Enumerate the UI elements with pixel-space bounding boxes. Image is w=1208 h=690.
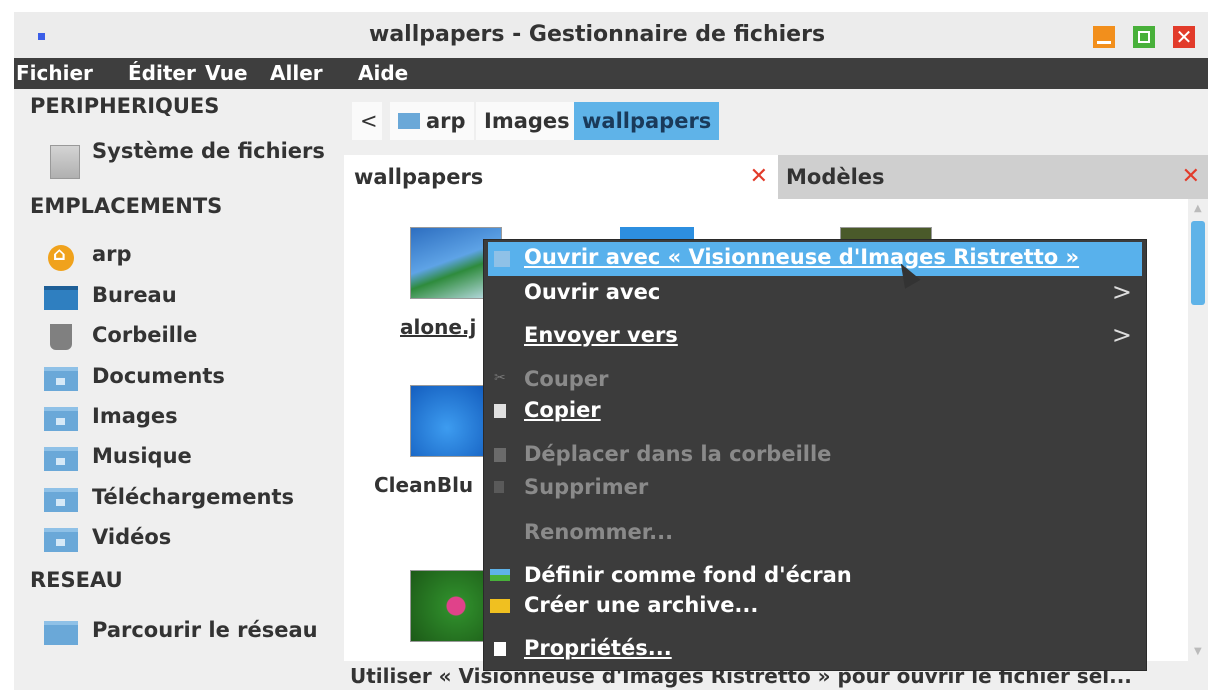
ctx-label: Propriétés... xyxy=(524,636,672,660)
sidebar-section-peripheriques: PERIPHERIQUES xyxy=(30,94,220,118)
folder-icon xyxy=(398,113,420,129)
sidebar-item-label: Téléchargements xyxy=(92,485,295,509)
sidebar-item-label: Parcourir le réseau xyxy=(92,618,318,642)
trash-icon xyxy=(50,324,72,350)
sidebar-item-bureau[interactable]: Bureau xyxy=(44,280,340,314)
ctx-open-with[interactable]: Ouvrir avec > xyxy=(484,277,1146,311)
sidebar-item-label: Musique xyxy=(92,444,192,468)
minimize-button[interactable] xyxy=(1093,26,1115,48)
sidebar-item-label: Vidéos xyxy=(92,525,172,549)
breadcrumb-label: arp xyxy=(426,109,466,133)
delete-icon xyxy=(494,481,504,493)
sidebar: PERIPHERIQUES Système de fichiers EMPLAC… xyxy=(14,89,344,690)
tab-label: wallpapers xyxy=(354,165,484,189)
menu-fichier[interactable]: Fichier xyxy=(16,61,93,85)
ctx-move-to-trash[interactable]: Déplacer dans la corbeille xyxy=(484,439,1146,473)
ctx-rename[interactable]: Renommer... xyxy=(484,517,1146,551)
ctx-open-with-ristretto[interactable]: Ouvrir avec « Visionneuse d'Images Ristr… xyxy=(488,242,1142,276)
sidebar-item-musique[interactable]: Musique xyxy=(44,441,340,475)
tab-wallpapers[interactable]: wallpapers ✕ xyxy=(344,155,778,199)
submenu-arrow-icon: > xyxy=(1111,278,1132,306)
title-bar[interactable]: wallpapers - Gestionnaire de fichiers ✕ xyxy=(14,12,1208,58)
ctx-properties[interactable]: Propriétés... xyxy=(484,633,1146,667)
ctx-delete[interactable]: Supprimer xyxy=(484,472,1146,506)
ctx-cut[interactable]: ✂ Couper xyxy=(484,364,1146,398)
scrollbar[interactable]: ▲ ▼ xyxy=(1188,199,1208,661)
ctx-label: Définir comme fond d'écran xyxy=(524,563,852,587)
ctx-label: Couper xyxy=(524,367,609,391)
scroll-up-icon[interactable]: ▲ xyxy=(1194,203,1202,214)
sidebar-item-documents[interactable]: Documents xyxy=(44,361,340,395)
folder-images-icon xyxy=(44,407,78,431)
close-tab-icon[interactable]: ✕ xyxy=(750,155,768,199)
folder-music-icon xyxy=(44,447,78,471)
trash-icon xyxy=(494,448,506,462)
menu-bar: Fichier Éditer Vue Aller Aide xyxy=(14,58,1208,89)
network-icon xyxy=(44,621,78,645)
menu-aller[interactable]: Aller xyxy=(270,61,323,85)
menu-vue[interactable]: Vue xyxy=(205,61,248,85)
breadcrumb-wallpapers[interactable]: wallpapers xyxy=(574,102,720,140)
window-title: wallpapers - Gestionnaire de fichiers xyxy=(369,22,826,47)
tab-modeles[interactable]: Modèles ✕ xyxy=(778,155,1208,199)
home-icon xyxy=(48,244,74,271)
ctx-label: Copier xyxy=(524,398,601,422)
ctx-create-archive[interactable]: Créer une archive... xyxy=(484,590,1146,624)
context-menu: Ouvrir avec « Visionneuse d'Images Ristr… xyxy=(484,240,1146,670)
breadcrumb-arp[interactable]: arp xyxy=(390,102,474,140)
sidebar-item-filesystem[interactable]: Système de fichiers xyxy=(50,139,346,179)
copy-icon xyxy=(494,404,506,418)
cut-icon: ✂ xyxy=(494,370,506,386)
ctx-label: Renommer... xyxy=(524,520,674,544)
properties-icon xyxy=(494,642,506,656)
ctx-label: Créer une archive... xyxy=(524,593,759,617)
sidebar-item-label: arp xyxy=(92,242,132,266)
window-menu-icon[interactable] xyxy=(38,33,45,40)
file-name[interactable]: CleanBlu xyxy=(374,473,473,497)
sidebar-item-corbeille[interactable]: Corbeille xyxy=(44,320,340,354)
breadcrumb-images[interactable]: Images xyxy=(476,102,578,140)
file-name[interactable]: alone.j xyxy=(400,315,476,339)
sidebar-section-reseau: RESEAU xyxy=(30,568,123,592)
sidebar-section-emplacements: EMPLACEMENTS xyxy=(30,194,223,218)
ctx-label: Déplacer dans la corbeille xyxy=(524,442,832,466)
sidebar-item-label: Système de fichiers xyxy=(92,139,325,163)
maximize-button[interactable] xyxy=(1133,26,1155,48)
folder-videos-icon xyxy=(44,528,78,552)
sidebar-item-label: Images xyxy=(92,404,178,428)
folder-downloads-icon xyxy=(44,488,78,512)
ctx-send-to[interactable]: Envoyer vers > xyxy=(484,320,1146,354)
ctx-copy[interactable]: Copier xyxy=(484,395,1146,429)
close-button[interactable]: ✕ xyxy=(1173,26,1195,48)
folder-documents-icon xyxy=(44,367,78,391)
back-button[interactable]: < xyxy=(352,102,382,140)
drive-icon xyxy=(50,145,80,179)
desktop-icon xyxy=(44,286,78,310)
ctx-label: Ouvrir avec xyxy=(524,280,661,304)
menu-editer[interactable]: Éditer xyxy=(128,61,196,85)
wallpaper-icon xyxy=(490,569,510,581)
sidebar-item-network[interactable]: Parcourir le réseau xyxy=(44,615,340,649)
close-tab-icon[interactable]: ✕ xyxy=(1182,155,1200,199)
ctx-label: Ouvrir avec « Visionneuse d'Images Ristr… xyxy=(524,245,1080,269)
sidebar-item-arp[interactable]: arp xyxy=(44,239,340,273)
tab-label: Modèles xyxy=(786,165,885,189)
scrollbar-thumb[interactable] xyxy=(1191,221,1205,305)
sidebar-item-telechargements[interactable]: Téléchargements xyxy=(44,482,340,516)
ctx-label: Envoyer vers xyxy=(524,323,678,347)
sidebar-item-label: Bureau xyxy=(92,283,177,307)
ctx-set-wallpaper[interactable]: Définir comme fond d'écran xyxy=(484,560,1146,594)
sidebar-item-label: Documents xyxy=(92,364,225,388)
sidebar-item-videos[interactable]: Vidéos xyxy=(44,522,340,556)
archive-icon xyxy=(490,599,510,613)
scroll-down-icon[interactable]: ▼ xyxy=(1194,646,1202,657)
image-viewer-icon xyxy=(494,251,510,267)
submenu-arrow-icon: > xyxy=(1111,321,1132,349)
ctx-label: Supprimer xyxy=(524,475,649,499)
sidebar-item-label: Corbeille xyxy=(92,323,198,347)
menu-aide[interactable]: Aide xyxy=(358,61,408,85)
sidebar-item-images[interactable]: Images xyxy=(44,401,340,435)
